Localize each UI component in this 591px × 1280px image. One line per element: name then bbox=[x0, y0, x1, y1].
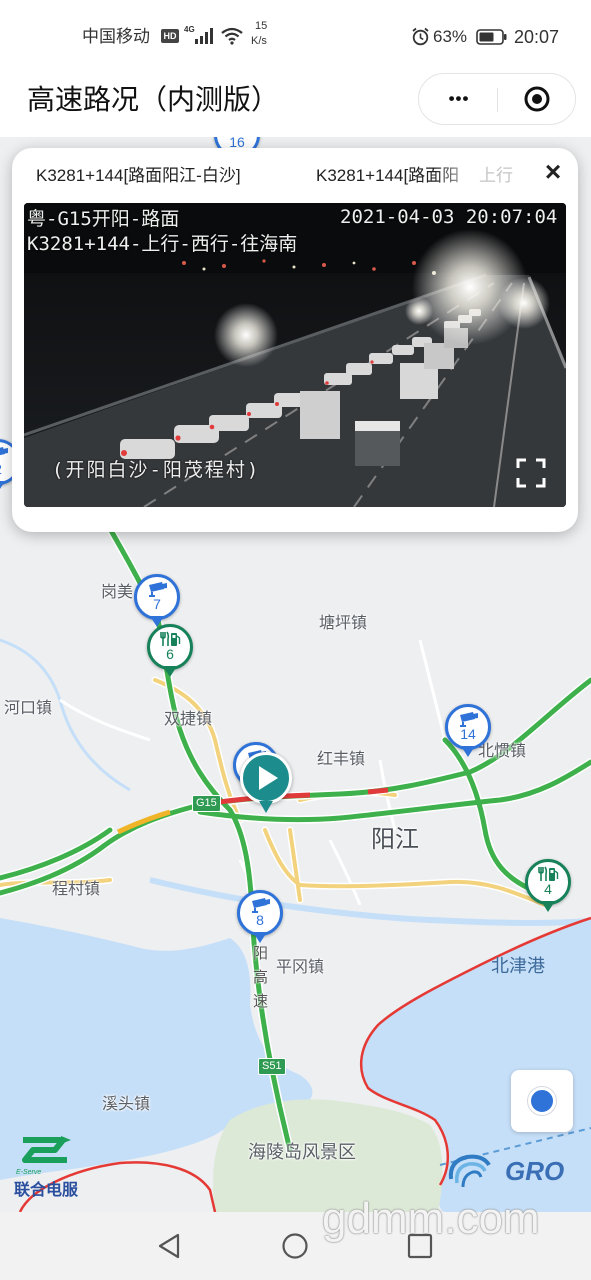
fullscreen-icon[interactable] bbox=[516, 458, 546, 488]
marker-pointer bbox=[253, 932, 267, 943]
camera-marker[interactable]: 14 bbox=[445, 704, 491, 762]
battery-icon bbox=[476, 29, 507, 45]
marker-count: 14 bbox=[460, 726, 476, 742]
capsule-divider bbox=[497, 88, 498, 112]
camera-icon bbox=[252, 898, 270, 913]
battery-percent: 63% bbox=[433, 27, 468, 46]
mini-program-header: 高速路况（内测版） ••• bbox=[0, 70, 591, 137]
road-shield-g15: G15 bbox=[192, 795, 221, 812]
marker-count: 7 bbox=[153, 596, 161, 612]
service-area-icon bbox=[160, 631, 181, 646]
marker-count: 8 bbox=[256, 912, 264, 928]
camera-icon bbox=[149, 582, 167, 597]
gro-logo-icon bbox=[448, 1154, 491, 1188]
close-icon[interactable]: × bbox=[540, 157, 566, 187]
video-overlay-station: 粤-G15开阳-路面 bbox=[27, 208, 180, 230]
place-label: 河口镇 bbox=[4, 700, 53, 717]
service-area-marker[interactable]: 4 bbox=[525, 859, 571, 917]
marker-pointer bbox=[163, 666, 177, 677]
camera-icon bbox=[460, 712, 478, 727]
hd-badge: HD bbox=[161, 29, 179, 43]
camera-icon bbox=[0, 447, 8, 456]
camera-marker[interactable]: 8 bbox=[237, 890, 283, 948]
marker-ring: 8 bbox=[237, 890, 283, 936]
camera-popup-card: K3281+144[路面阳江-白沙] K3281+144[路面阳 上行 × 粤-… bbox=[12, 148, 578, 532]
signal-icon bbox=[195, 28, 213, 44]
marker-ring: 7 bbox=[134, 574, 180, 620]
road-shield-s51: S51 bbox=[258, 1058, 286, 1075]
place-label: 塘坪镇 bbox=[319, 615, 368, 632]
tab-camera-2[interactable]: K3281+144[路面阳 上行 bbox=[316, 164, 521, 188]
marker-pointer bbox=[461, 746, 475, 757]
capsule-menu: ••• bbox=[418, 73, 576, 125]
eserve-logo-mark: E-Serve bbox=[16, 1169, 42, 1176]
video-overlay-timestamp: 2021-04-03 20:07:04 bbox=[340, 206, 558, 228]
service-area-marker[interactable]: 6 bbox=[147, 624, 193, 682]
water-label: 北津港 bbox=[491, 956, 545, 976]
scenic-area-label: 海陵岛风景区 bbox=[248, 1142, 356, 1162]
marker-ring: 14 bbox=[445, 704, 491, 750]
city-label: 阳江 bbox=[371, 826, 419, 853]
tab-camera-1[interactable]: K3281+144[路面阳江-白沙] bbox=[36, 164, 241, 188]
locate-button[interactable] bbox=[511, 1070, 573, 1132]
place-label: 程村镇 bbox=[52, 881, 101, 898]
marker-pointer bbox=[541, 901, 555, 912]
place-label: 双捷镇 bbox=[164, 711, 213, 728]
marker-pointer bbox=[0, 481, 5, 492]
tab-camera-2-suffix: 上行 bbox=[479, 166, 513, 185]
marker-count: 4 bbox=[544, 881, 552, 897]
watermark: gdmm.com bbox=[322, 1194, 540, 1243]
video-overlay-direction: K3281+144-上行-西行-往海南 bbox=[27, 233, 298, 255]
locate-icon bbox=[528, 1087, 556, 1115]
place-label: 平冈镇 bbox=[276, 959, 325, 976]
video-overlay-section: (开阳白沙-阳茂程村) bbox=[52, 459, 261, 481]
marker-ring: 6 bbox=[147, 624, 193, 670]
play-video-marker[interactable] bbox=[240, 752, 292, 816]
wifi-icon bbox=[221, 27, 243, 45]
alarm-icon bbox=[412, 27, 429, 46]
service-area-icon bbox=[538, 866, 559, 881]
place-label: 溪头镇 bbox=[102, 1096, 151, 1113]
congestion-segment bbox=[367, 787, 389, 795]
clock-time: 20:07 bbox=[514, 27, 560, 47]
gro-logo-text: GRO bbox=[505, 1156, 565, 1186]
marker-pointer bbox=[259, 801, 273, 813]
status-bar: 中国移动 HD 4G 15 K/s 63% 20:07 bbox=[0, 0, 591, 70]
target-icon[interactable] bbox=[523, 85, 551, 113]
tab-fade bbox=[434, 164, 482, 188]
camera-video-player[interactable]: 粤-G15开阳-路面 2021-04-03 20:07:04 K3281+144… bbox=[24, 203, 566, 507]
place-label: 红丰镇 bbox=[317, 751, 366, 768]
eserve-logo-text: 联合电服 bbox=[14, 1182, 79, 1199]
back-icon[interactable] bbox=[156, 1232, 182, 1260]
marker-ring: 4 bbox=[525, 859, 571, 905]
home-icon[interactable] bbox=[281, 1232, 309, 1260]
network-speed-value: 15 bbox=[255, 20, 268, 32]
play-icon bbox=[259, 766, 278, 790]
place-label: 岗美 bbox=[101, 584, 134, 601]
network-speed-unit: K/s bbox=[251, 35, 267, 47]
eserve-logo-icon bbox=[22, 1136, 71, 1163]
marker-count: 6 bbox=[166, 646, 174, 662]
carrier-name: 中国移动 bbox=[82, 27, 150, 46]
more-button[interactable]: ••• bbox=[439, 86, 479, 112]
page-title: 高速路况（内测版） bbox=[27, 84, 280, 115]
road-name-label: 阳高速 bbox=[251, 945, 268, 1017]
